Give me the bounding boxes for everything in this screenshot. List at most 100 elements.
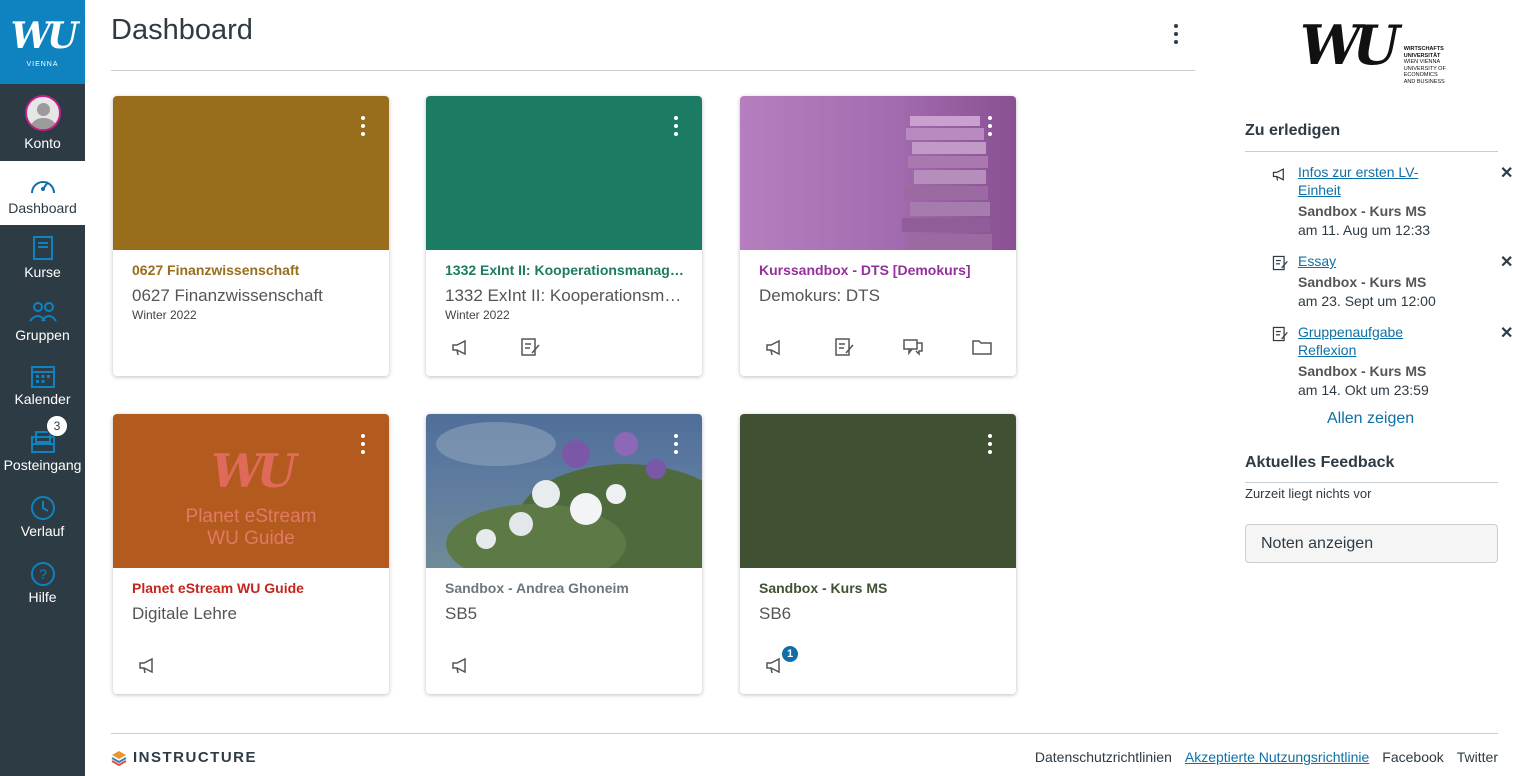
dismiss-close-icon[interactable]: ✕ [1500, 252, 1513, 272]
course-card-code: 0627 Finanzwissenschaft [132, 286, 323, 305]
course-card[interactable]: Sandbox - Kurs MS SB6 1 [740, 414, 1016, 694]
instructure-wordmark: INSTRUCTURE [133, 749, 257, 766]
card-options-button[interactable] [361, 116, 365, 136]
dismiss-close-icon[interactable]: ✕ [1500, 163, 1513, 183]
flowers-image [436, 422, 702, 568]
avatar [24, 94, 61, 131]
announcements-icon[interactable] [450, 336, 519, 358]
announcements-icon[interactable] [450, 654, 519, 676]
course-card-title[interactable]: Planet eStream WU Guide [132, 580, 372, 596]
assignments-icon[interactable] [519, 336, 588, 358]
course-card-term: Winter 2022 [132, 308, 197, 322]
help-icon: ? [28, 559, 58, 589]
todo-item-due: am 23. Sept um 12:00 [1298, 293, 1436, 309]
course-card-code: 1332 ExInt II: Kooperationsmanagement [445, 286, 685, 305]
assignment-icon [1272, 255, 1288, 271]
nav-kurse[interactable]: Kurse [0, 225, 85, 289]
todo-item-course: Sandbox - Kurs MS [1298, 274, 1427, 290]
wu-university-logo: WU WIRTSCHAFTS UNIVERSITÄT WIEN VIENNA U… [1300, 18, 1460, 85]
nav-gruppen-label: Gruppen [15, 327, 70, 343]
courses-icon [28, 234, 58, 264]
discussions-icon[interactable] [902, 336, 971, 358]
facebook-link[interactable]: Facebook [1382, 749, 1443, 765]
inbox-unread-badge: 3 [46, 415, 68, 437]
course-card-code: SB5 [445, 604, 478, 623]
nav-posteingang[interactable]: 3 Posteingang [0, 415, 85, 483]
course-card-title[interactable]: 0627 Finanzwissenschaft [132, 262, 372, 278]
todo-item-link[interactable]: Gruppenaufgabe Reflexion [1298, 323, 1438, 359]
course-card-hero[interactable] [740, 96, 1016, 250]
course-card-title[interactable]: 1332 ExInt II: Kooperationsmanagement [445, 262, 685, 278]
todo-item-due: am 11. Aug um 12:33 [1298, 222, 1431, 238]
card-options-button[interactable] [988, 434, 992, 454]
view-grades-button[interactable]: Noten anzeigen [1245, 524, 1498, 563]
course-card-hero[interactable]: WU Planet eStream WU Guide [113, 414, 389, 568]
wu-logo[interactable]: WU VIENNA [0, 0, 85, 84]
course-card-hero[interactable] [426, 414, 702, 568]
announcements-icon[interactable]: 1 [764, 644, 833, 676]
svg-text:?: ? [39, 566, 47, 582]
course-card[interactable]: WU Planet eStream WU Guide Planet eStrea… [113, 414, 389, 694]
hero-wu-logo: WU [211, 444, 297, 498]
todo-item-due: am 14. Okt um 23:59 [1298, 382, 1429, 398]
todo-item: Gruppenaufgabe Reflexion Sandbox - Kurs … [1270, 323, 1513, 403]
privacy-link[interactable]: Datenschutzrichtlinien [1035, 749, 1172, 765]
nav-kurse-label: Kurse [24, 264, 61, 280]
unread-announcements-badge: 1 [780, 644, 800, 664]
instructure-logo[interactable]: INSTRUCTURE [111, 749, 257, 766]
card-options-button[interactable] [674, 434, 678, 454]
announcements-icon[interactable] [137, 654, 206, 676]
announcements-icon[interactable] [764, 336, 833, 358]
nav-verlauf[interactable]: Verlauf [0, 483, 85, 549]
course-card-hero[interactable] [426, 96, 702, 250]
twitter-link[interactable]: Twitter [1457, 749, 1498, 765]
course-card-title[interactable]: Kurssandbox - DTS [Demokurs] [759, 262, 999, 278]
nav-dashboard[interactable]: Dashboard [0, 161, 85, 225]
nav-kalender[interactable]: Kalender [0, 351, 85, 417]
files-icon[interactable] [971, 336, 1016, 358]
footer-links: Datenschutzrichtlinien Akzeptierte Nutzu… [1035, 749, 1498, 765]
course-card-hero[interactable] [113, 96, 389, 250]
calendar-icon [28, 361, 58, 391]
assignments-icon[interactable] [833, 336, 902, 358]
course-card[interactable]: Sandbox - Andrea Ghoneim SB5 [426, 414, 702, 694]
todo-item-course: Sandbox - Kurs MS [1298, 363, 1427, 379]
dashboard-options-button[interactable] [1166, 20, 1186, 48]
hero-text-line2: WU Guide [207, 528, 295, 549]
nav-dashboard-label: Dashboard [8, 200, 77, 216]
nav-konto-label: Konto [24, 134, 61, 151]
todo-item-link[interactable]: Infos zur ersten LV-Einheit [1298, 163, 1438, 199]
hero-text-line1: Planet eStream [185, 506, 317, 527]
course-card[interactable]: Kurssandbox - DTS [Demokurs] Demokurs: D… [740, 96, 1016, 376]
acceptable-use-link[interactable]: Akzeptierte Nutzungsrichtlinie [1185, 749, 1369, 765]
course-card-title[interactable]: Sandbox - Kurs MS [759, 580, 999, 596]
course-card[interactable]: 0627 Finanzwissenschaft 0627 Finanzwisse… [113, 96, 389, 376]
card-options-button[interactable] [988, 116, 992, 136]
todo-heading: Zu erledigen [1245, 122, 1341, 139]
announcement-icon [1272, 168, 1284, 181]
nav-kalender-label: Kalender [14, 391, 71, 407]
nav-gruppen[interactable]: Gruppen [0, 289, 85, 351]
course-card-term: Winter 2022 [445, 308, 510, 322]
course-card-code: Demokurs: DTS [759, 286, 880, 305]
dismiss-close-icon[interactable]: ✕ [1500, 323, 1513, 343]
global-nav: WU VIENNA Konto Dashboard Kurse Gruppen … [0, 0, 85, 776]
instructure-mark-icon [111, 750, 127, 766]
show-all-link[interactable]: Allen zeigen [1327, 410, 1414, 428]
nav-verlauf-label: Verlauf [20, 523, 65, 539]
wu-logo-letters: WU [1300, 13, 1400, 77]
nav-konto[interactable]: Konto [0, 84, 85, 161]
course-card-title[interactable]: Sandbox - Andrea Ghoneim [445, 580, 685, 596]
card-options-button[interactable] [674, 116, 678, 136]
page-title: Dashboard [111, 14, 253, 46]
books-image [902, 116, 992, 250]
history-icon [28, 493, 58, 523]
todo-item: Infos zur ersten LV-Einheit Sandbox - Ku… [1270, 163, 1513, 243]
course-card-hero[interactable] [740, 414, 1016, 568]
assignment-icon [1272, 326, 1288, 342]
nav-hilfe[interactable]: ? Hilfe [0, 549, 85, 615]
groups-icon [28, 297, 58, 327]
course-card[interactable]: 1332 ExInt II: Kooperationsmanagement 13… [426, 96, 702, 376]
todo-item-link[interactable]: Essay [1298, 252, 1438, 270]
card-options-button[interactable] [361, 434, 365, 454]
